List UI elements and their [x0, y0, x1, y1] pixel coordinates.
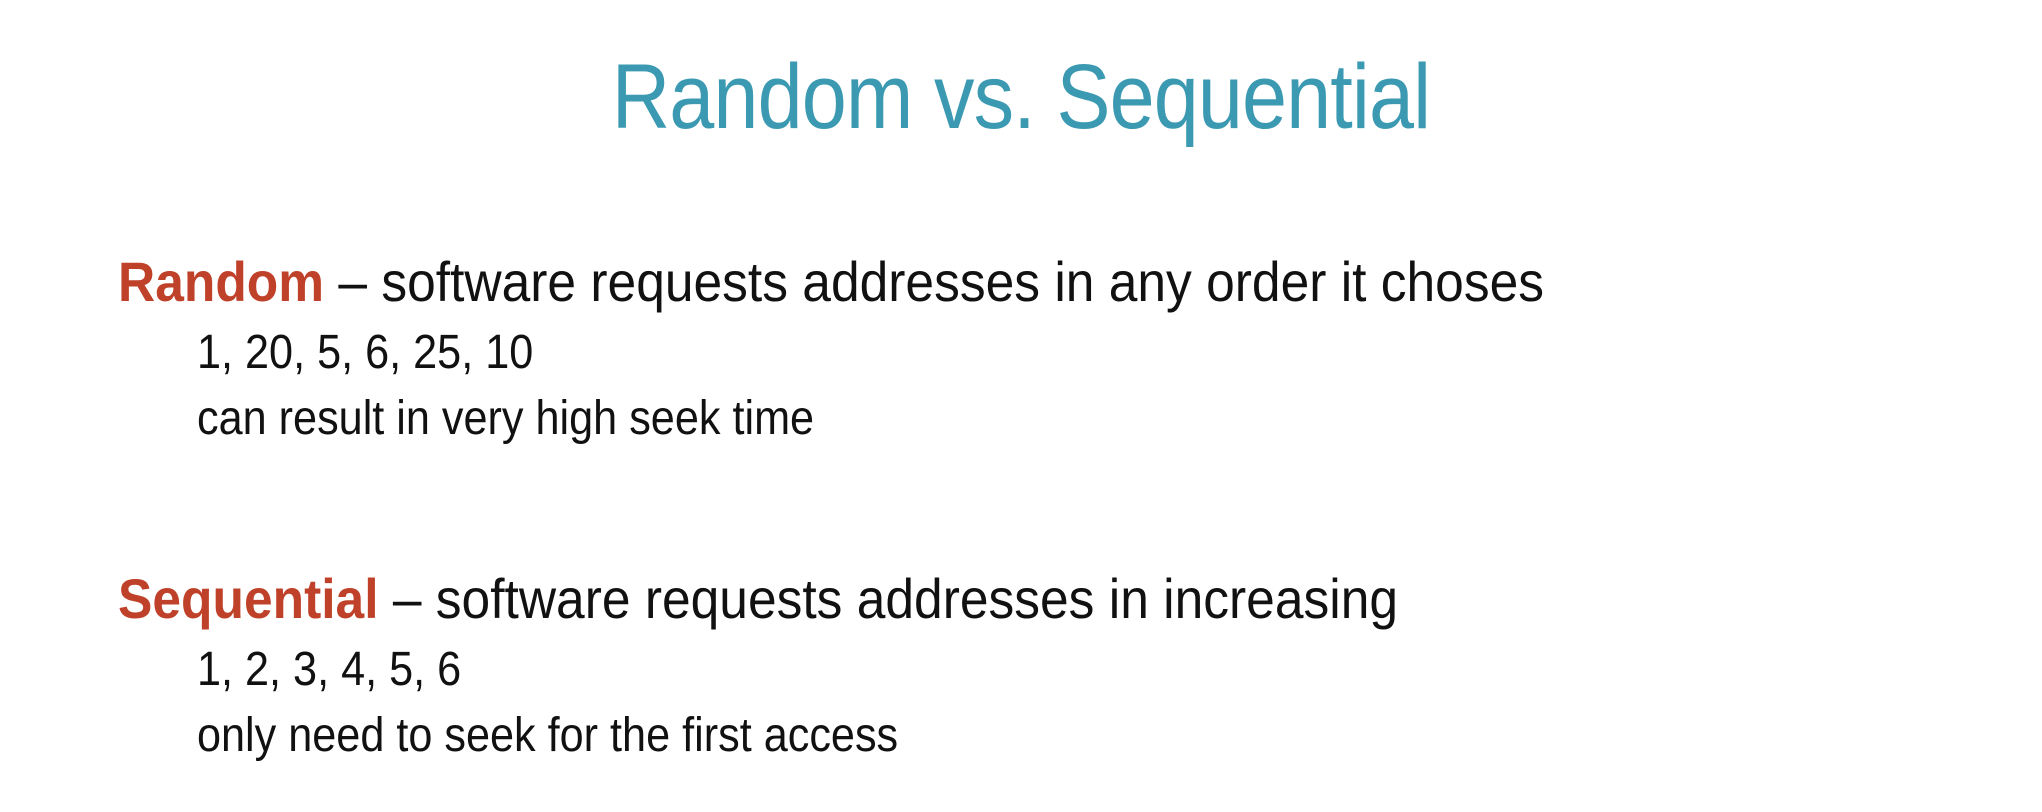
sequential-heading: Sequential – software requests addresses…: [118, 565, 1774, 633]
sequential-definition: – software requests addresses in increas…: [378, 567, 1399, 630]
sequential-note: only need to seek for the first access: [197, 709, 899, 762]
random-term: Random: [118, 250, 325, 313]
random-example: 1, 20, 5, 6, 25, 10: [197, 326, 534, 379]
sequential-example: 1, 2, 3, 4, 5, 6: [197, 643, 462, 696]
slide: Random vs. Sequential Random – software …: [0, 0, 2042, 812]
random-definition: – software requests addresses in any ord…: [324, 250, 1545, 313]
random-section: Random – software requests addresses in …: [118, 248, 1918, 452]
sequential-section: Sequential – software requests addresses…: [118, 565, 1918, 769]
random-note: can result in very high seek time: [197, 392, 815, 445]
random-heading: Random – software requests addresses in …: [118, 248, 1774, 316]
sequential-term: Sequential: [118, 567, 379, 630]
slide-title: Random vs. Sequential: [611, 46, 1431, 148]
